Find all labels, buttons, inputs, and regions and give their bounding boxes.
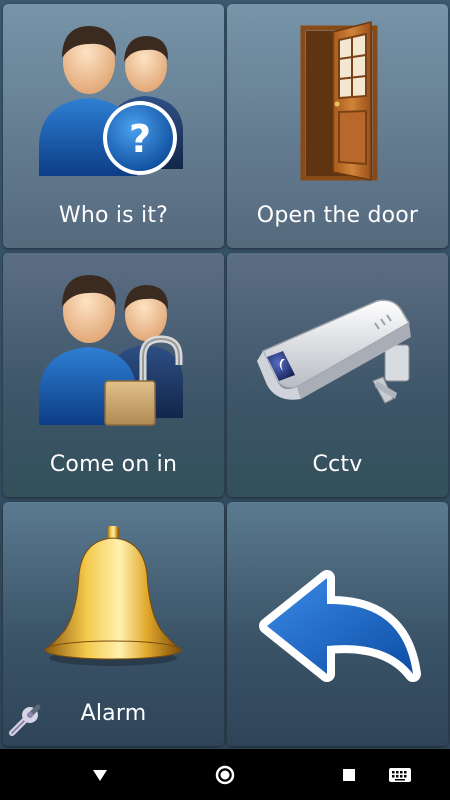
two-persons-padlock-icon	[39, 275, 183, 426]
back-triangle-icon[interactable]	[86, 761, 114, 789]
keyboard-icon[interactable]	[386, 761, 414, 789]
two-persons-question-icon: ?	[39, 26, 183, 176]
cctv-button[interactable]: Cctv	[227, 253, 448, 497]
come-on-in-button[interactable]: Come on in	[3, 253, 224, 497]
who-is-it-button[interactable]: ? Who is it?	[3, 4, 224, 248]
home-circle-icon[interactable]	[211, 761, 239, 789]
wrench-icon[interactable]	[6, 703, 42, 739]
app-screen: ? Who is it? Open the door Come on in Cc…	[0, 0, 450, 800]
system-navigation-bar	[0, 749, 450, 800]
open-the-door-label: Open the door	[256, 203, 419, 228]
security-camera-icon	[257, 299, 411, 404]
back-arrow-button[interactable]	[227, 502, 448, 746]
svg-text:?: ?	[129, 117, 151, 161]
back-arrow-icon	[259, 570, 421, 682]
bell-icon	[43, 526, 183, 666]
cctv-label: Cctv	[312, 452, 363, 477]
open-the-door-button[interactable]: Open the door	[227, 4, 448, 248]
recents-square-icon[interactable]	[335, 761, 363, 789]
open-door-icon	[300, 21, 378, 181]
come-on-in-label: Come on in	[49, 452, 178, 477]
who-is-it-label: Who is it?	[58, 203, 169, 228]
action-grid: ? Who is it? Open the door Come on in Cc…	[0, 0, 450, 749]
